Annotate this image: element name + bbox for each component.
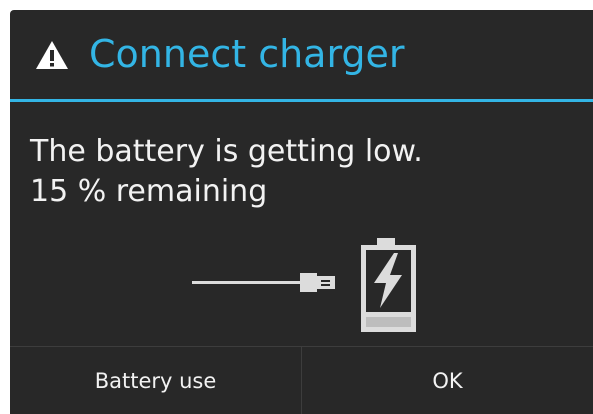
dialog-message: The battery is getting low. 15 % remaini…: [30, 132, 423, 212]
ok-button[interactable]: OK: [302, 347, 593, 414]
message-line-remaining: 15 % remaining: [30, 174, 268, 209]
battery-charging-icon: [361, 238, 416, 332]
dialog-button-bar: Battery use OK: [10, 346, 593, 414]
usb-cable-icon: [192, 273, 335, 292]
charger-illustration: [192, 238, 416, 332]
title-divider: [10, 99, 593, 102]
dialog-title: Connect charger: [89, 32, 405, 76]
dialog-title-bar: Connect charger: [10, 10, 593, 99]
warning-icon: [36, 41, 68, 69]
message-line-battery-low: The battery is getting low.: [30, 134, 423, 169]
low-battery-dialog: Connect charger The battery is getting l…: [10, 10, 593, 414]
battery-use-button[interactable]: Battery use: [10, 347, 301, 414]
